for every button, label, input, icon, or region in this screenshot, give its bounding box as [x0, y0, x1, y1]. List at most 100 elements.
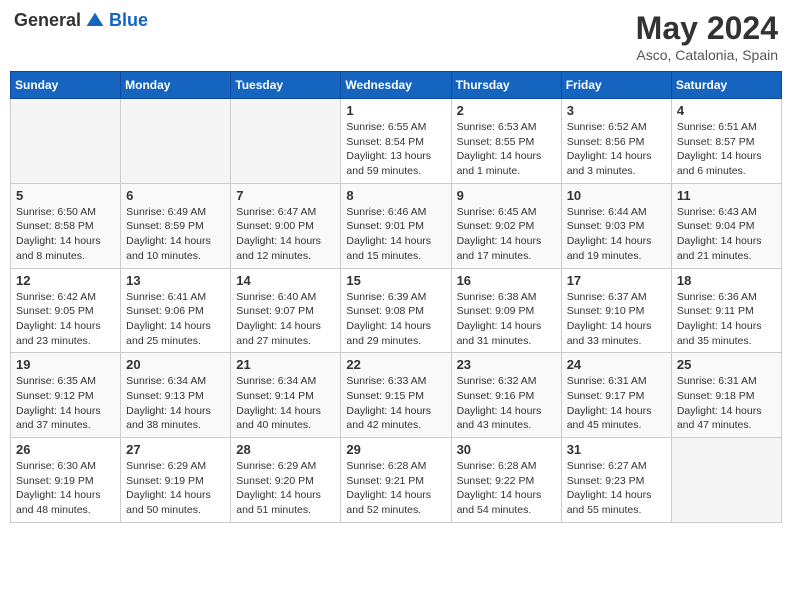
day-info: Sunrise: 6:39 AMSunset: 9:08 PMDaylight:… [346, 290, 445, 349]
day-number: 30 [457, 442, 556, 457]
logo-general: General [14, 10, 81, 31]
logo-blue: Blue [109, 10, 148, 31]
calendar-cell: 12Sunrise: 6:42 AMSunset: 9:05 PMDayligh… [11, 268, 121, 353]
calendar-cell: 26Sunrise: 6:30 AMSunset: 9:19 PMDayligh… [11, 438, 121, 523]
day-number: 8 [346, 188, 445, 203]
day-number: 4 [677, 103, 776, 118]
day-info: Sunrise: 6:45 AMSunset: 9:02 PMDaylight:… [457, 205, 556, 264]
day-number: 1 [346, 103, 445, 118]
day-info: Sunrise: 6:37 AMSunset: 9:10 PMDaylight:… [567, 290, 666, 349]
day-info: Sunrise: 6:34 AMSunset: 9:13 PMDaylight:… [126, 374, 225, 433]
day-number: 15 [346, 273, 445, 288]
calendar-cell [11, 99, 121, 184]
day-info: Sunrise: 6:47 AMSunset: 9:00 PMDaylight:… [236, 205, 335, 264]
day-info: Sunrise: 6:52 AMSunset: 8:56 PMDaylight:… [567, 120, 666, 179]
calendar-cell [121, 99, 231, 184]
calendar-cell: 27 Sunrise: 6:29 AMSunset: 9:19 PMDayligh… [121, 438, 231, 523]
calendar-cell: 1 Sunrise: 6:55 AMSunset: 8:54 PMDaylight… [341, 99, 451, 184]
calendar-cell: 10 Sunrise: 6:44 AMSunset: 9:03 PMDayligh… [561, 183, 671, 268]
day-number: 25 [677, 357, 776, 372]
day-info: Sunrise: 6:38 AMSunset: 9:09 PMDaylight:… [457, 290, 556, 349]
day-number: 11 [677, 188, 776, 203]
calendar-cell: 30Sunrise: 6:28 AMSunset: 9:22 PMDayligh… [451, 438, 561, 523]
calendar-cell: 11 Sunrise: 6:43 AMSunset: 9:04 PMDayligh… [671, 183, 781, 268]
calendar-cell: 4 Sunrise: 6:51 AMSunset: 8:57 PMDaylight… [671, 99, 781, 184]
day-number: 19 [16, 357, 115, 372]
day-number: 6 [126, 188, 225, 203]
calendar-cell [671, 438, 781, 523]
calendar-cell: 9 Sunrise: 6:45 AMSunset: 9:02 PMDaylight… [451, 183, 561, 268]
day-info: Sunrise: 6:29 AMSunset: 9:20 PMDaylight:… [236, 459, 335, 518]
day-number: 20 [126, 357, 225, 372]
day-info: Sunrise: 6:32 AMSunset: 9:16 PMDaylight:… [457, 374, 556, 433]
day-info: Sunrise: 6:33 AMSunset: 9:15 PMDaylight:… [346, 374, 445, 433]
day-info: Sunrise: 6:43 AMSunset: 9:04 PMDaylight:… [677, 205, 776, 264]
calendar-cell: 3 Sunrise: 6:52 AMSunset: 8:56 PMDaylight… [561, 99, 671, 184]
calendar-cell: 22 Sunrise: 6:33 AMSunset: 9:15 PMDayligh… [341, 353, 451, 438]
calendar-cell: 20 Sunrise: 6:34 AMSunset: 9:13 PMDayligh… [121, 353, 231, 438]
day-info: Sunrise: 6:55 AMSunset: 8:54 PMDaylight:… [346, 120, 445, 179]
weekday-header-row: SundayMondayTuesdayWednesdayThursdayFrid… [11, 72, 782, 99]
calendar-cell: 21 Sunrise: 6:34 AMSunset: 9:14 PMDayligh… [231, 353, 341, 438]
day-number: 9 [457, 188, 556, 203]
calendar-cell: 7Sunrise: 6:47 AMSunset: 9:00 PMDaylight… [231, 183, 341, 268]
day-info: Sunrise: 6:42 AMSunset: 9:05 PMDaylight:… [16, 290, 115, 349]
calendar-cell: 15 Sunrise: 6:39 AMSunset: 9:08 PMDayligh… [341, 268, 451, 353]
calendar-cell [231, 99, 341, 184]
logo: General Blue [14, 10, 148, 31]
calendar-week-2: 5 Sunrise: 6:50 AMSunset: 8:58 PMDaylight… [11, 183, 782, 268]
calendar-cell: 5 Sunrise: 6:50 AMSunset: 8:58 PMDaylight… [11, 183, 121, 268]
day-number: 22 [346, 357, 445, 372]
day-info: Sunrise: 6:30 AMSunset: 9:19 PMDaylight:… [16, 459, 115, 518]
day-info: Sunrise: 6:49 AMSunset: 8:59 PMDaylight:… [126, 205, 225, 264]
calendar-cell: 17 Sunrise: 6:37 AMSunset: 9:10 PMDayligh… [561, 268, 671, 353]
calendar-cell: 18Sunrise: 6:36 AMSunset: 9:11 PMDayligh… [671, 268, 781, 353]
logo-icon [85, 11, 105, 31]
calendar-cell: 2Sunrise: 6:53 AMSunset: 8:55 PMDaylight… [451, 99, 561, 184]
day-number: 27 [126, 442, 225, 457]
day-number: 2 [457, 103, 556, 118]
weekday-header-saturday: Saturday [671, 72, 781, 99]
calendar-cell: 23Sunrise: 6:32 AMSunset: 9:16 PMDayligh… [451, 353, 561, 438]
day-info: Sunrise: 6:44 AMSunset: 9:03 PMDaylight:… [567, 205, 666, 264]
location-title: Asco, Catalonia, Spain [636, 47, 778, 63]
day-number: 13 [126, 273, 225, 288]
calendar-cell: 6 Sunrise: 6:49 AMSunset: 8:59 PMDaylight… [121, 183, 231, 268]
calendar-week-4: 19 Sunrise: 6:35 AMSunset: 9:12 PMDayligh… [11, 353, 782, 438]
calendar-week-5: 26Sunrise: 6:30 AMSunset: 9:19 PMDayligh… [11, 438, 782, 523]
day-info: Sunrise: 6:51 AMSunset: 8:57 PMDaylight:… [677, 120, 776, 179]
weekday-header-sunday: Sunday [11, 72, 121, 99]
day-info: Sunrise: 6:35 AMSunset: 9:12 PMDaylight:… [16, 374, 115, 433]
calendar-cell: 25 Sunrise: 6:31 AMSunset: 9:18 PMDayligh… [671, 353, 781, 438]
calendar-table: SundayMondayTuesdayWednesdayThursdayFrid… [10, 71, 782, 523]
day-info: Sunrise: 6:40 AMSunset: 9:07 PMDaylight:… [236, 290, 335, 349]
day-info: Sunrise: 6:46 AMSunset: 9:01 PMDaylight:… [346, 205, 445, 264]
day-number: 31 [567, 442, 666, 457]
day-info: Sunrise: 6:29 AMSunset: 9:19 PMDaylight:… [126, 459, 225, 518]
page-header: General Blue May 2024 Asco, Catalonia, S… [10, 10, 782, 63]
calendar-cell: 13Sunrise: 6:41 AMSunset: 9:06 PMDayligh… [121, 268, 231, 353]
calendar-week-1: 1 Sunrise: 6:55 AMSunset: 8:54 PMDaylight… [11, 99, 782, 184]
month-title: May 2024 [636, 10, 778, 47]
day-number: 24 [567, 357, 666, 372]
day-number: 14 [236, 273, 335, 288]
day-number: 10 [567, 188, 666, 203]
day-info: Sunrise: 6:31 AMSunset: 9:17 PMDaylight:… [567, 374, 666, 433]
day-info: Sunrise: 6:31 AMSunset: 9:18 PMDaylight:… [677, 374, 776, 433]
weekday-header-thursday: Thursday [451, 72, 561, 99]
calendar-week-3: 12Sunrise: 6:42 AMSunset: 9:05 PMDayligh… [11, 268, 782, 353]
day-number: 28 [236, 442, 335, 457]
calendar-cell: 14 Sunrise: 6:40 AMSunset: 9:07 PMDayligh… [231, 268, 341, 353]
day-info: Sunrise: 6:28 AMSunset: 9:21 PMDaylight:… [346, 459, 445, 518]
day-number: 21 [236, 357, 335, 372]
day-number: 17 [567, 273, 666, 288]
day-info: Sunrise: 6:50 AMSunset: 8:58 PMDaylight:… [16, 205, 115, 264]
day-info: Sunrise: 6:36 AMSunset: 9:11 PMDaylight:… [677, 290, 776, 349]
day-number: 5 [16, 188, 115, 203]
weekday-header-friday: Friday [561, 72, 671, 99]
calendar-cell: 16Sunrise: 6:38 AMSunset: 9:09 PMDayligh… [451, 268, 561, 353]
day-number: 3 [567, 103, 666, 118]
weekday-header-wednesday: Wednesday [341, 72, 451, 99]
weekday-header-tuesday: Tuesday [231, 72, 341, 99]
day-info: Sunrise: 6:34 AMSunset: 9:14 PMDaylight:… [236, 374, 335, 433]
